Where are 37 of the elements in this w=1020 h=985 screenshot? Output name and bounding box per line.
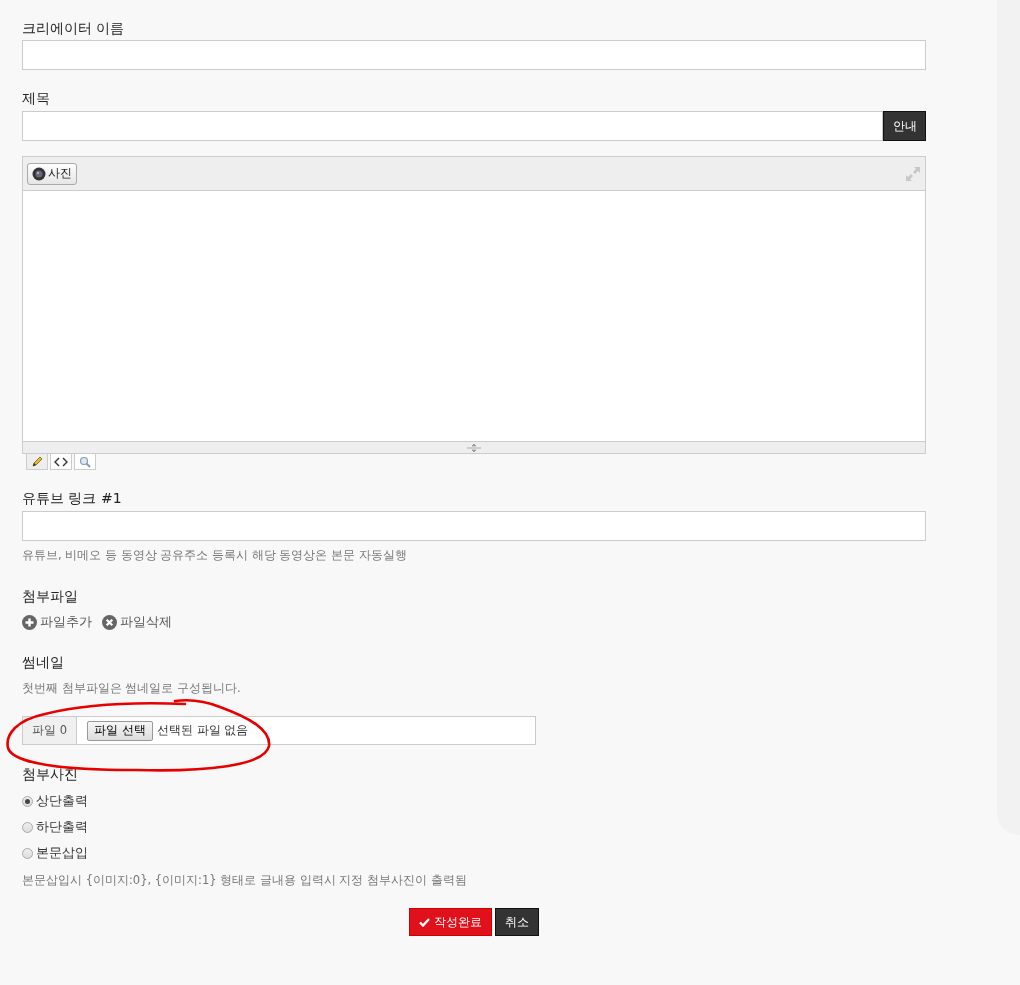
help-text: 본문삽입시 {이미지:0}, {이미지:1} 형태로 글내용 입력시 지정 첨부사진이 출력됨 bbox=[22, 873, 467, 887]
radio-label[interactable]: 본문삽입 bbox=[36, 844, 88, 862]
file-label: 파일 0 bbox=[23, 717, 77, 744]
title-input[interactable] bbox=[22, 111, 883, 141]
info-button[interactable]: 안내 bbox=[883, 111, 926, 141]
resize-handle-icon[interactable] bbox=[467, 443, 481, 452]
cancel-button[interactable]: 취소 bbox=[495, 908, 539, 936]
name-input[interactable] bbox=[22, 40, 926, 70]
youtube-link-input[interactable] bbox=[22, 511, 926, 541]
code-icon bbox=[54, 456, 68, 467]
editor-mode-tab[interactable] bbox=[50, 454, 72, 470]
radio-button[interactable] bbox=[22, 821, 33, 833]
field-label: 크리에이터 이름 bbox=[22, 19, 125, 38]
magnifier-icon bbox=[79, 455, 91, 468]
photo-button[interactable]: 사진 bbox=[27, 162, 77, 185]
choose-file-button[interactable]: 파일 선택 bbox=[87, 720, 153, 741]
radio-label[interactable]: 상단출력 bbox=[36, 792, 88, 810]
help-text: 유튜브, 비메오 등 동영상 공유주소 등록시 해당 동영상온 본문 자동실행 bbox=[22, 548, 407, 562]
camera-lens-icon bbox=[32, 166, 46, 181]
section-label: 첨부사진 bbox=[22, 765, 78, 784]
x-circle-icon bbox=[102, 614, 117, 630]
radio-button[interactable] bbox=[22, 795, 33, 807]
add-file-link[interactable]: 파일추가 bbox=[22, 613, 92, 631]
pencil-icon bbox=[31, 455, 43, 468]
section-label: 첨부파일 bbox=[22, 587, 78, 606]
submit-button[interactable]: 작성완료 bbox=[409, 908, 492, 936]
radio-button[interactable] bbox=[22, 847, 33, 859]
checkmark-icon bbox=[419, 917, 430, 927]
plus-circle-icon bbox=[22, 614, 37, 630]
radio-label[interactable]: 하단출력 bbox=[36, 818, 88, 836]
field-label: 제목 bbox=[22, 89, 50, 108]
field-label: 유튜브 링크 #1 bbox=[22, 489, 122, 508]
delete-file-link[interactable]: 파일삭제 bbox=[102, 613, 172, 631]
help-text: 첫번째 첨부파일은 썸네일로 구성됩니다. bbox=[22, 681, 241, 695]
section-label: 썸네일 bbox=[22, 653, 64, 672]
expand-icon[interactable] bbox=[905, 165, 921, 182]
file-status: 선택된 파일 없음 bbox=[156, 722, 249, 739]
